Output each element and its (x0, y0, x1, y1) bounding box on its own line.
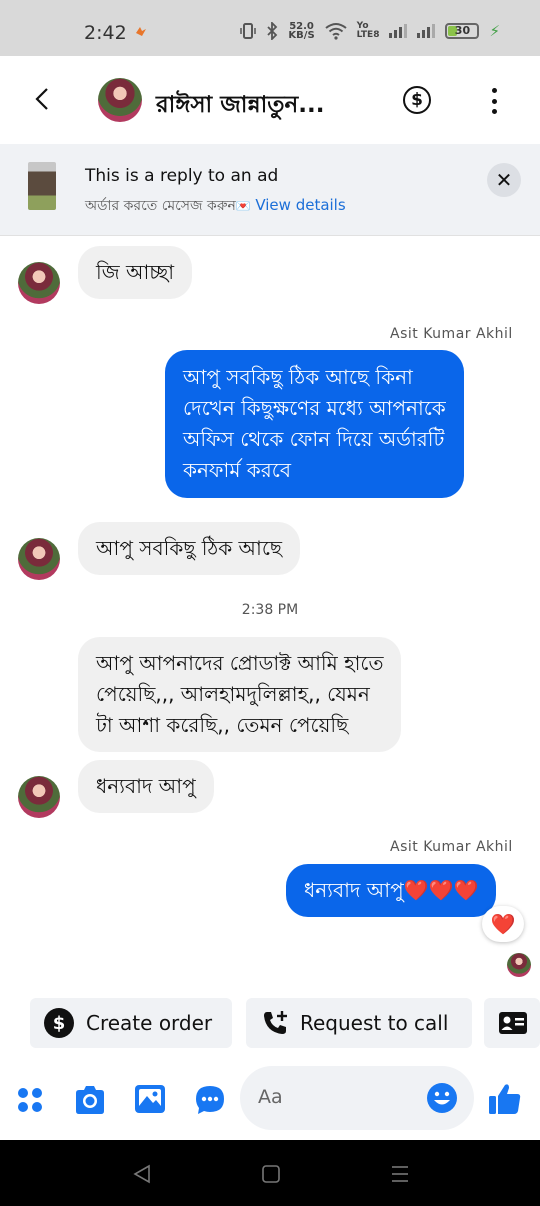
speed-unit: KB/S (288, 30, 315, 41)
message-line: অফিস থেকে ফোন দিয়ে অর্ডারটি (183, 427, 445, 451)
reaction-emoji: ❤️ (490, 912, 516, 936)
message-timestamp: 2:38 PM (241, 602, 299, 618)
message-line: পেয়েছি,,, আলহামদুলিল্লাহ,, যেমন (96, 682, 370, 706)
notification-icon (136, 27, 146, 36)
contact-name[interactable]: রাঈসা জান্নাতুন... (156, 86, 324, 125)
message-bubble-incoming[interactable]: জি আচ্ছা (78, 246, 193, 299)
system-nav-bar (0, 1140, 540, 1206)
status-time: 2:42 (84, 22, 127, 44)
heart-reaction-icon[interactable]: ❤️ (482, 906, 524, 942)
sender-name: Asit Kumar Akhil (390, 326, 513, 342)
create-order-label: Create order (86, 1011, 213, 1035)
nav-home-icon[interactable] (261, 1164, 281, 1184)
camera-icon[interactable] (73, 1085, 107, 1115)
message-line: আপু সবকিছু ঠিক আছে কিনা (183, 365, 413, 389)
ad-reply-subtitle: অর্ডার করতে মেসেজ করুন💌 View details (85, 194, 346, 218)
messenger-icon[interactable] (194, 1084, 226, 1116)
sender-avatar[interactable] (18, 538, 60, 580)
battery-level: 30 (454, 24, 471, 37)
back-arrow-icon[interactable] (28, 84, 58, 114)
seen-avatar (507, 953, 531, 977)
contact-avatar[interactable] (98, 78, 142, 122)
request-call-button[interactable]: Request to call (246, 998, 472, 1048)
ad-reply-banner: This is a reply to an ad অর্ডার করতে মেস… (0, 144, 540, 236)
message-bubble-incoming[interactable]: আপু আপনাদের প্রোডাক্ট আমি হাতে পেয়েছি,,… (78, 637, 402, 752)
emoji-icon[interactable] (426, 1082, 458, 1114)
nav-back-icon[interactable] (132, 1164, 152, 1184)
contact-card-icon (499, 1012, 527, 1034)
ad-thumbnail[interactable] (28, 162, 56, 210)
message-bubble-incoming[interactable]: ধন্যবাদ আপু (78, 760, 214, 813)
volte-label: Yo LTE8 (357, 22, 380, 40)
message-bubble-outgoing[interactable]: আপু সবকিছু ঠিক আছে কিনা দেখেন কিছুক্ষণের… (165, 350, 464, 498)
phone-plus-icon (264, 1011, 287, 1034)
message-bubble-outgoing[interactable]: ধন্যবাদ আপু❤️❤️❤️ (286, 864, 497, 917)
dollar-icon: $ (44, 1008, 74, 1038)
nav-recents-icon[interactable] (390, 1164, 410, 1184)
message-bubble-incoming[interactable]: আপু সবকিছু ঠিক আছে (78, 522, 301, 575)
message-composer: Aa (0, 1058, 540, 1138)
love-letter-icon: 💌 (235, 199, 251, 213)
sender-avatar[interactable] (18, 262, 60, 304)
ad-message-text: অর্ডার করতে মেসেজ করুন (85, 198, 236, 214)
more-vertical-icon[interactable] (489, 88, 499, 114)
message-line: দেখেন কিছুক্ষণের মধ্যে আপনাকে (183, 396, 446, 420)
message-text: ধন্যবাদ আপু❤️❤️❤️ (304, 878, 479, 902)
chat-header: রাঈসা জান্নাতুন... $ (0, 56, 540, 144)
ad-reply-title: This is a reply to an ad (85, 166, 279, 186)
message-line: আপু আপনাদের প্রোডাক্ট আমি হাতে (96, 651, 384, 675)
signal-icon-2 (417, 24, 436, 38)
thumbs-up-icon[interactable] (488, 1082, 522, 1116)
message-text: ধন্যবাদ আপু (96, 774, 196, 798)
contact-card-button[interactable] (484, 998, 540, 1048)
apps-icon[interactable] (16, 1086, 44, 1114)
view-details-link[interactable]: View details (255, 196, 345, 214)
status-icons: 52.0 KB/S Yo LTE8 30 ⚡ (240, 22, 500, 41)
request-call-label: Request to call (300, 1011, 449, 1035)
message-line: টা আশা করেছি,, তেমন পেয়েছি (96, 713, 349, 737)
network-speed: 52.0 KB/S (288, 22, 315, 41)
wifi-icon (325, 23, 347, 40)
create-order-button[interactable]: $ Create order (30, 998, 232, 1048)
volte-bottom: LTE8 (356, 30, 380, 40)
message-text: জি আচ্ছা (96, 260, 175, 284)
close-icon[interactable]: ✕ (487, 163, 521, 197)
charging-icon: ⚡ (489, 22, 500, 40)
message-text: আপু সবকিছু ঠিক আছে (96, 536, 283, 560)
status-bar: 2:42 52.0 KB/S Yo LTE8 30 ⚡ (0, 0, 540, 56)
bluetooth-icon (267, 22, 278, 40)
message-line: কনফার্ম করবে (183, 458, 291, 482)
gallery-icon[interactable] (134, 1084, 166, 1114)
vibrate-icon (240, 23, 257, 39)
message-input-placeholder: Aa (258, 1086, 283, 1108)
dollar-icon[interactable]: $ (403, 86, 431, 114)
sender-avatar[interactable] (18, 776, 60, 818)
message-input[interactable]: Aa (240, 1066, 474, 1130)
battery-icon: 30 (445, 23, 480, 39)
sender-name: Asit Kumar Akhil (390, 839, 513, 855)
signal-icon-1 (389, 24, 408, 38)
